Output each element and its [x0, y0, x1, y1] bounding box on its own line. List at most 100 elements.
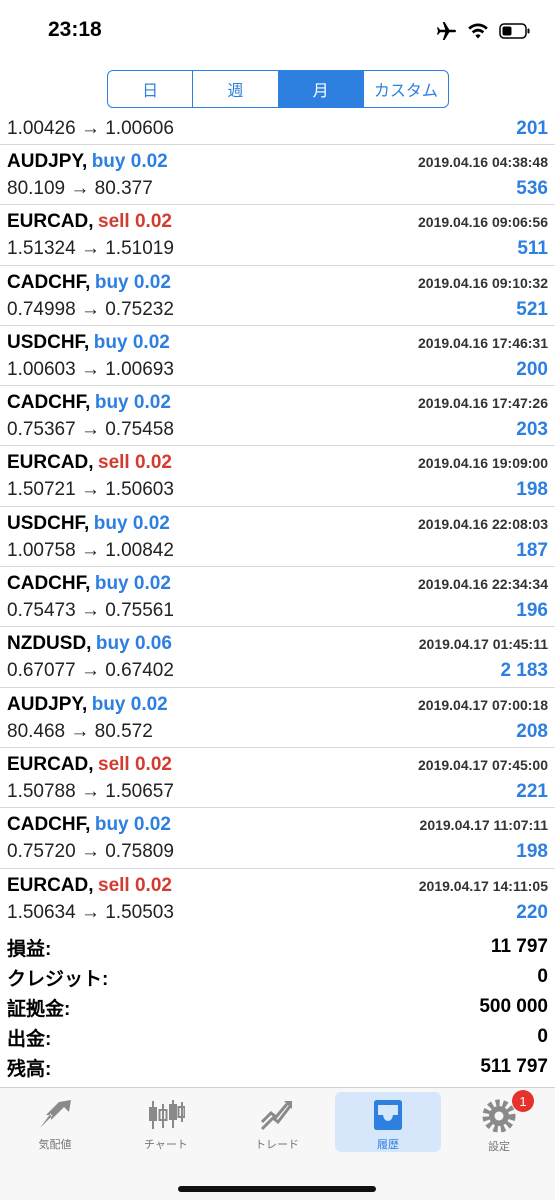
trade-symbol: EURCAD,: [7, 452, 94, 474]
trade-row[interactable]: EURCAD, sell 0.02 2019.04.17 07:45:00 1.50…: [0, 748, 555, 809]
trade-prices: 1.50721 → 1.50603: [7, 479, 174, 501]
trade-prices: 0.67077 → 0.67402: [7, 660, 174, 682]
trade-prices: 80.468 → 80.572: [7, 720, 153, 742]
tab-trade[interactable]: トレード: [224, 1092, 330, 1152]
trade-row[interactable]: EURCAD, sell 0.02 2019.04.16 19:09:00 1.50…: [0, 446, 555, 507]
summary-value: 500 000: [479, 996, 548, 1017]
trade-side: buy 0.02: [91, 693, 168, 715]
summary-value: 0: [537, 1026, 548, 1047]
segment-week[interactable]: 週: [193, 71, 279, 107]
history-list[interactable]: 1.00426 → 1.00606 201 AUDJPY, buy 0.02 20…: [0, 115, 555, 925]
trade-row[interactable]: CADCHF, buy 0.02 2019.04.16 22:34:34 0.754…: [0, 567, 555, 628]
trade-time: 2019.04.16 09:10:32: [418, 274, 548, 291]
tab-label: 履歴: [377, 1139, 399, 1151]
trade-time: 2019.04.16 17:47:26: [418, 395, 548, 412]
trade-profit: 221: [516, 780, 548, 802]
period-selector-bar: 日 週 月 カスタム: [0, 62, 555, 118]
summary-value: 0: [537, 966, 548, 987]
trade-row[interactable]: USDCHF, buy 0.02 2019.04.16 17:46:31 1.006…: [0, 326, 555, 387]
trade-row[interactable]: USDCHF, buy 0.02 2019.04.16 22:08:03 1.007…: [0, 507, 555, 568]
summary-profit-row: 損益: 11 797: [0, 932, 555, 962]
chart-icon: [147, 1098, 185, 1132]
trade-row[interactable]: EURCAD, sell 0.02 2019.04.16 09:06:56 1.51…: [0, 205, 555, 266]
trade-prices: 1.50634 → 1.50503: [7, 901, 174, 923]
trade-prices: 0.75720 → 0.75809: [7, 841, 174, 863]
trade-prices: 80.109 → 80.377: [7, 178, 153, 199]
trade-profit: 200: [516, 358, 548, 380]
tab-chart[interactable]: チャート: [113, 1092, 219, 1152]
trade-symbol: CADCHF,: [7, 814, 91, 836]
tab-label: 設定: [488, 1141, 510, 1153]
trade-side: buy 0.02: [94, 271, 171, 293]
trade-time: 2019.04.16 17:46:31: [418, 334, 548, 351]
summary-deposit-row: 証拠金: 500 000: [0, 992, 555, 1022]
summary-credit-row: クレジット: 0: [0, 962, 555, 992]
summary-label: 出金:: [7, 1028, 52, 1050]
trade-prices: 1.00426 → 1.00606: [7, 118, 174, 139]
trade-prices: 0.74998 → 0.75232: [7, 298, 174, 320]
trade-profit: 2 183: [500, 660, 548, 682]
trade-time: 2019.04.16 09:06:56: [418, 214, 548, 231]
tab-history[interactable]: 履歴: [335, 1092, 441, 1152]
tab-bar: 気配値 チャート トレード 履歴 1 設定: [0, 1087, 555, 1200]
trade-time: 2019.04.17 11:07:11: [419, 817, 548, 834]
trade-profit: 196: [516, 600, 548, 622]
trade-symbol: AUDJPY,: [7, 693, 88, 715]
trade-profit: 201: [516, 118, 548, 139]
summary-balance-row: 残高: 511 797: [0, 1052, 555, 1082]
trade-prices: 0.75473 → 0.75561: [7, 600, 174, 622]
tab-settings[interactable]: 1 設定: [446, 1090, 552, 1153]
status-time: 23:18: [48, 18, 102, 41]
trade-time: 2019.04.17 07:00:18: [418, 696, 548, 713]
airplane-icon: [435, 21, 457, 41]
trade-symbol: NZDUSD,: [7, 633, 92, 655]
trade-profit: 536: [516, 178, 548, 199]
period-segmented-control: 日 週 月 カスタム: [107, 70, 449, 108]
summary-value: 511 797: [480, 1056, 548, 1077]
quotes-icon: [37, 1098, 73, 1132]
summary-withdrawal-row: 出金: 0: [0, 1022, 555, 1052]
trade-side: buy 0.02: [93, 331, 170, 353]
summary-label: 残高:: [7, 1058, 52, 1080]
trade-row[interactable]: EURCAD, sell 0.02 2019.04.17 14:11:05 1.50…: [0, 869, 555, 925]
trade-profit: 511: [517, 238, 548, 260]
trade-time: 2019.04.16 19:09:00: [418, 455, 548, 472]
trade-row-partial[interactable]: 1.00426 → 1.00606 201: [0, 115, 555, 145]
status-icons: [435, 18, 531, 44]
trade-side: buy 0.02: [91, 151, 168, 172]
trade-symbol: CADCHF,: [7, 573, 91, 595]
home-indicator[interactable]: [178, 1186, 376, 1192]
trade-time: 2019.04.17 07:45:00: [418, 756, 548, 773]
trade-profit: 198: [516, 841, 548, 863]
trade-side: sell 0.02: [98, 211, 172, 233]
segment-month[interactable]: 月: [278, 71, 364, 107]
trade-profit: 203: [516, 419, 548, 441]
trade-row[interactable]: AUDJPY, buy 0.02 2019.04.17 07:00:18 80.46…: [0, 688, 555, 748]
trade-symbol: EURCAD,: [7, 874, 94, 896]
tab-label: チャート: [144, 1139, 188, 1151]
segment-custom[interactable]: カスタム: [364, 71, 448, 107]
trade-row[interactable]: CADCHF, buy 0.02 2019.04.16 09:10:32 0.749…: [0, 266, 555, 326]
trade-side: buy 0.02: [94, 573, 171, 595]
trade-row[interactable]: NZDUSD, buy 0.06 2019.04.17 01:45:11 0.670…: [0, 627, 555, 688]
tab-quotes[interactable]: 気配値: [2, 1092, 108, 1152]
trade-row[interactable]: CADCHF, buy 0.02 2019.04.17 11:07:11 0.757…: [0, 808, 555, 869]
trade-symbol: CADCHF,: [7, 392, 91, 414]
trade-prices: 0.75367 → 0.75458: [7, 419, 174, 441]
trade-profit: 208: [516, 720, 548, 742]
trade-side: sell 0.02: [98, 874, 172, 896]
trade-prices: 1.51324 → 1.51019: [7, 238, 174, 260]
trade-side: buy 0.02: [94, 814, 171, 836]
segment-day[interactable]: 日: [108, 71, 194, 107]
trade-row[interactable]: CADCHF, buy 0.02 2019.04.16 17:47:26 0.753…: [0, 386, 555, 447]
account-summary: 損益: 11 797 クレジット: 0 証拠金: 500 000 出金: 0 残…: [0, 932, 555, 1082]
trade-time: 2019.04.17 01:45:11: [418, 636, 548, 653]
trade-prices: 1.00758 → 1.00842: [7, 539, 174, 561]
trade-symbol: EURCAD,: [7, 211, 94, 233]
trade-symbol: EURCAD,: [7, 753, 94, 775]
trade-symbol: CADCHF,: [7, 271, 91, 293]
trade-side: sell 0.02: [98, 753, 172, 775]
trade-row[interactable]: AUDJPY, buy 0.02 2019.04.16 04:38:48 80.10…: [0, 145, 555, 206]
tab-label: 気配値: [38, 1139, 72, 1151]
trade-symbol: USDCHF,: [7, 512, 90, 534]
